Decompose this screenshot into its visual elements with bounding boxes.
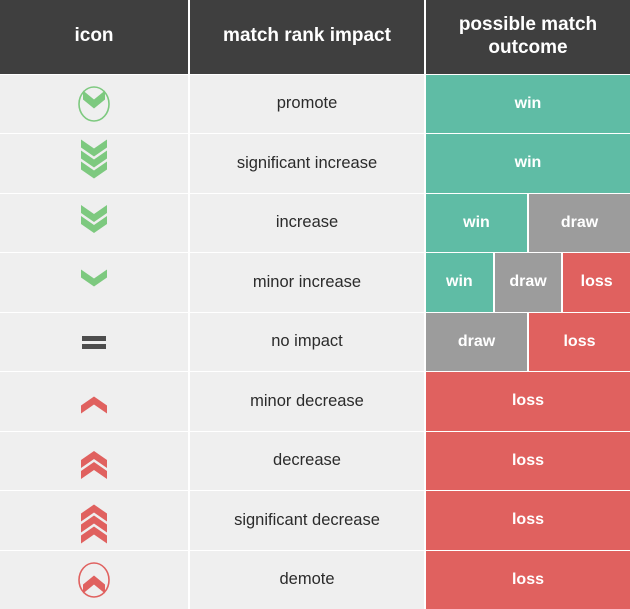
match-rank-impact-label: increase [190, 193, 424, 252]
possible-match-outcome-cell: loss [426, 491, 630, 550]
double-chevron-up-icon [66, 197, 122, 249]
outcome-segment-loss: loss [426, 372, 630, 431]
match-rank-impact-label: decrease [190, 431, 424, 490]
match-rank-impact-label: significant increase [190, 134, 424, 193]
table-row: demote loss [0, 550, 630, 609]
match-rank-impact-label: no impact [190, 312, 424, 371]
match-rank-impact-label: significant decrease [190, 491, 424, 550]
outcome-segment-draw: draw [426, 312, 527, 371]
table-body: promote win significant increase win increas… [0, 74, 630, 609]
table-row: significant decrease loss [0, 491, 630, 550]
match-rank-impact-label: minor increase [190, 253, 424, 312]
circled-chevron-up-icon [66, 78, 122, 130]
match-rank-impact-label: demote [190, 550, 424, 609]
triple-chevron-up-icon [66, 137, 122, 189]
icon-cell [0, 431, 188, 490]
outcome-segment-loss: loss [426, 550, 630, 609]
table-row: significant increase win [0, 134, 630, 193]
outcome-segment-win: win [426, 193, 527, 252]
table-row: decrease loss [0, 431, 630, 490]
table-row: no impact draw loss [0, 312, 630, 371]
possible-match-outcome-cell: win [426, 74, 630, 133]
outcome-segment-win: win [426, 74, 630, 133]
table-row: minor decrease loss [0, 372, 630, 431]
table-header-row: icon match rank impact possible match ou… [0, 0, 630, 74]
outcome-segment-loss: loss [563, 253, 630, 312]
outcome-segment-draw: draw [529, 193, 630, 252]
outcome-segment-loss: loss [529, 312, 630, 371]
triple-chevron-down-icon [66, 494, 122, 546]
column-header-match-rank-impact: match rank impact [190, 0, 424, 74]
possible-match-outcome-cell: win draw loss [426, 253, 630, 312]
table-row: increase win draw [0, 193, 630, 252]
icon-cell [0, 193, 188, 252]
outcome-segment-win: win [426, 253, 493, 312]
column-header-icon: icon [0, 0, 188, 74]
icon-cell [0, 372, 188, 431]
table-row: promote win [0, 74, 630, 133]
icon-cell [0, 312, 188, 371]
icon-cell [0, 74, 188, 133]
table-row: minor increase win draw loss [0, 253, 630, 312]
icon-cell [0, 134, 188, 193]
equals-icon [66, 316, 122, 368]
single-chevron-down-icon [66, 375, 122, 427]
outcome-segment-draw: draw [494, 253, 562, 312]
icon-cell [0, 253, 188, 312]
icon-cell [0, 491, 188, 550]
double-chevron-down-icon [66, 435, 122, 487]
possible-match-outcome-cell: draw loss [426, 312, 630, 371]
outcome-segment-loss: loss [426, 491, 630, 550]
possible-match-outcome-cell: win [426, 134, 630, 193]
match-rank-impact-label: promote [190, 74, 424, 133]
outcome-segment-win: win [426, 134, 630, 193]
column-header-possible-match-outcome: possible match outcome [426, 0, 630, 74]
possible-match-outcome-cell: loss [426, 372, 630, 431]
possible-match-outcome-cell: loss [426, 431, 630, 490]
circled-chevron-down-icon [66, 554, 122, 606]
possible-match-outcome-cell: loss [426, 550, 630, 609]
single-chevron-up-icon [66, 256, 122, 308]
match-rank-impact-label: minor decrease [190, 372, 424, 431]
possible-match-outcome-cell: win draw [426, 193, 630, 252]
icon-cell [0, 550, 188, 609]
match-rank-impact-table: icon match rank impact possible match ou… [0, 0, 630, 609]
outcome-segment-loss: loss [426, 431, 630, 490]
